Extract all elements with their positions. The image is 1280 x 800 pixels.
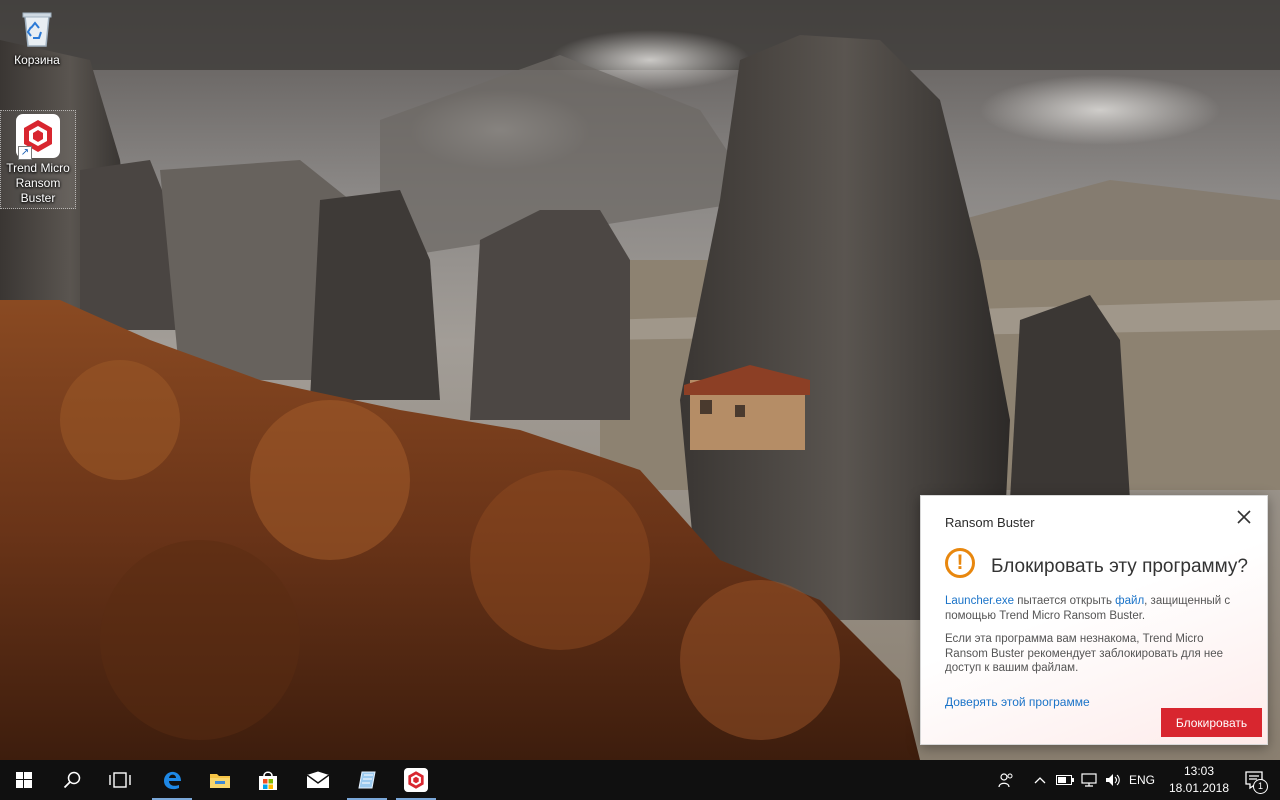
- people-button[interactable]: [992, 760, 1020, 800]
- ransom-buster-icon: [404, 768, 428, 792]
- network-button[interactable]: [1078, 760, 1100, 800]
- edge-icon: [164, 771, 181, 790]
- start-button[interactable]: [0, 760, 48, 800]
- people-icon: [998, 773, 1013, 788]
- shortcut-arrow-icon: ↗: [18, 146, 32, 160]
- clock-time: 13:03: [1183, 764, 1215, 778]
- ransom-buster-icon: ↗: [16, 114, 60, 160]
- store-icon: [259, 771, 277, 790]
- popup-heading: Блокировать эту программу?: [991, 556, 1248, 577]
- task-view-icon: [109, 772, 131, 788]
- mail-button[interactable]: [294, 760, 342, 800]
- close-icon[interactable]: [1233, 506, 1255, 528]
- app-icon: [358, 771, 376, 789]
- message-text-1: пытается открыть: [1014, 595, 1116, 607]
- edge-button[interactable]: [148, 760, 196, 800]
- clock-date: 18.01.2018: [1168, 781, 1230, 795]
- trust-program-link[interactable]: Доверять этой программе: [945, 695, 1090, 709]
- desktop-icon-ransom-buster[interactable]: ↗ Trend Micro Ransom Buster: [0, 110, 76, 209]
- recycle-bin-icon: [15, 6, 59, 50]
- block-button[interactable]: Блокировать: [1161, 708, 1262, 737]
- task-view-button[interactable]: [96, 760, 144, 800]
- popup-recommendation: Если эта программа вам незнакома, Trend …: [945, 633, 1224, 674]
- ransom-buster-button[interactable]: [392, 760, 440, 800]
- warning-icon: !: [945, 548, 975, 578]
- program-link[interactable]: Launcher.exe: [945, 595, 1014, 607]
- taskbar: ENG 13:03 18.01.2018 1: [0, 760, 1280, 800]
- app-button[interactable]: [343, 760, 391, 800]
- battery-button[interactable]: [1054, 760, 1076, 800]
- show-hidden-icons-button[interactable]: [1030, 760, 1050, 800]
- action-center-button[interactable]: 1: [1234, 760, 1274, 800]
- input-language-button[interactable]: ENG: [1126, 760, 1158, 800]
- search-icon: [63, 771, 81, 789]
- notifications-count-badge: 1: [1253, 779, 1268, 794]
- folder-icon: [210, 774, 230, 788]
- chevron-up-icon: [1034, 777, 1046, 784]
- file-link[interactable]: файл: [1115, 595, 1144, 607]
- network-icon: [1081, 773, 1097, 787]
- clock[interactable]: 13:03 18.01.2018: [1164, 763, 1234, 797]
- mail-icon: [306, 771, 330, 788]
- volume-button[interactable]: [1102, 760, 1124, 800]
- windows-logo-icon: [16, 772, 32, 788]
- file-explorer-button[interactable]: [196, 760, 244, 800]
- battery-icon: [1056, 775, 1074, 785]
- search-button[interactable]: [48, 760, 96, 800]
- ransom-buster-popup: Ransom Buster ! Блокировать эту программ…: [920, 495, 1268, 745]
- volume-icon: [1106, 774, 1120, 786]
- desktop-icon-recycle-bin[interactable]: Корзина: [0, 6, 74, 68]
- store-button[interactable]: [244, 760, 292, 800]
- recycle-bin-label: Корзина: [14, 53, 60, 67]
- popup-message: Launcher.exe пытается открыть файл, защи…: [945, 594, 1245, 623]
- ransom-buster-label: Trend Micro Ransom Buster: [6, 161, 70, 205]
- popup-app-title: Ransom Buster: [945, 515, 1035, 530]
